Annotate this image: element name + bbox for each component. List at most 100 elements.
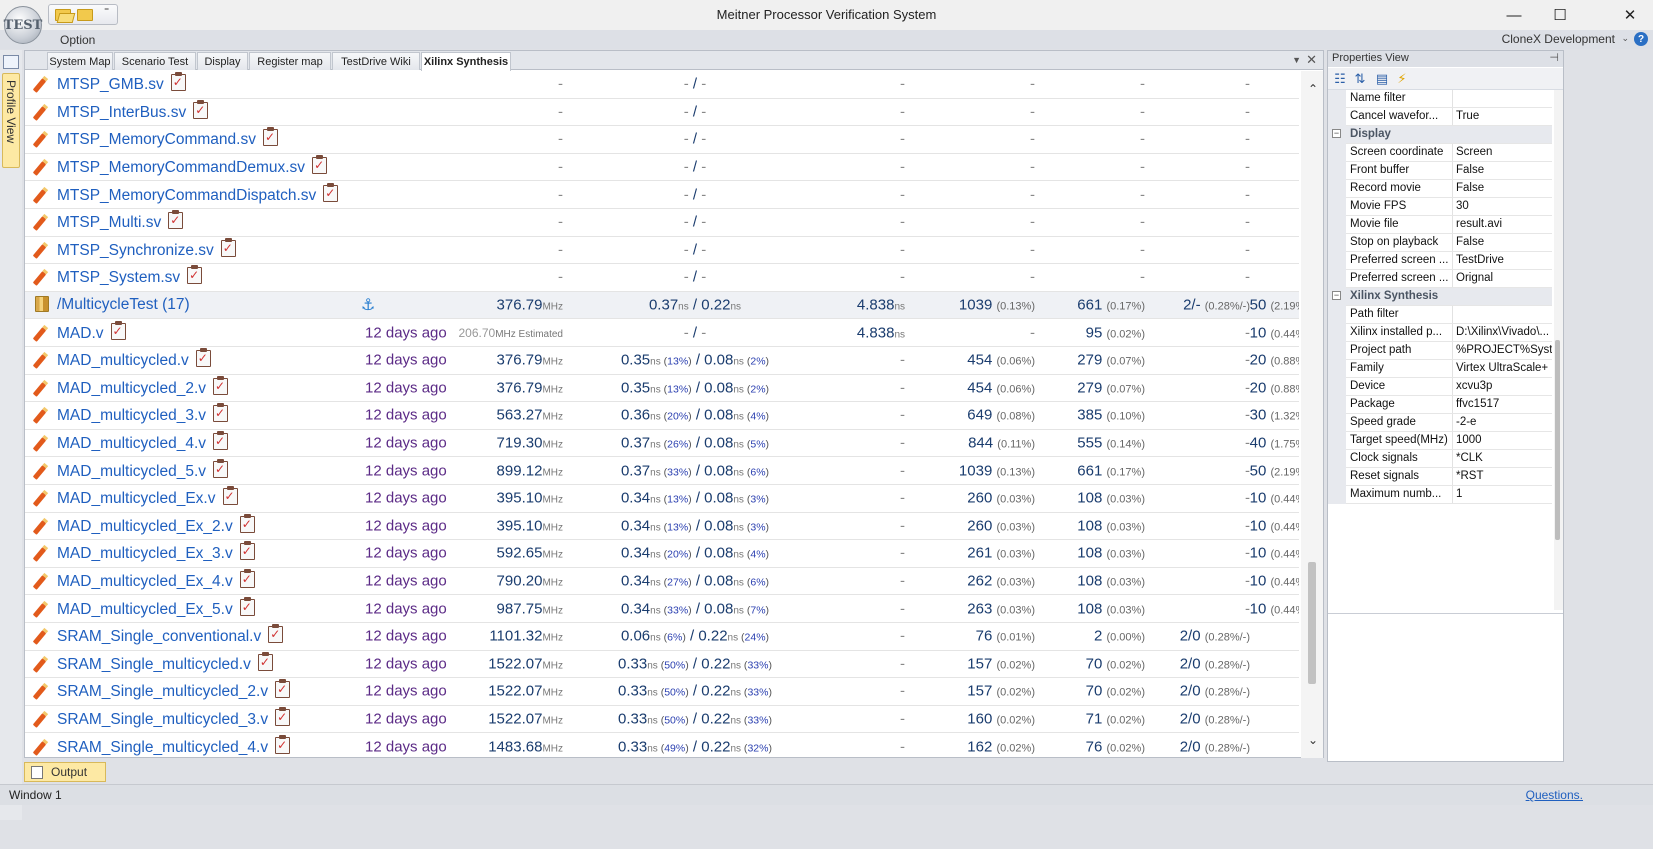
table-row[interactable]: MTSP_System.sv-- / ------: [25, 264, 1299, 292]
property-value[interactable]: False: [1452, 234, 1552, 251]
property-value[interactable]: 30: [1452, 198, 1552, 215]
property-row[interactable]: Target speed(MHz) 1000: [1328, 432, 1552, 450]
workspace-selector[interactable]: CloneX Development: [1502, 32, 1615, 46]
file-name[interactable]: MAD_multicycled_2.v: [57, 375, 229, 398]
property-value[interactable]: ffvc1517: [1452, 396, 1552, 413]
scroll-down-icon[interactable]: ⌄: [1308, 733, 1318, 747]
property-value[interactable]: 1: [1452, 486, 1552, 503]
table-row[interactable]: MTSP_MemoryCommand.sv-- / ------: [25, 126, 1299, 154]
clipboard-check-icon[interactable]: [222, 486, 238, 506]
tab-system-map[interactable]: System Map: [47, 52, 113, 70]
file-name[interactable]: MAD_multicycled_Ex_5.v: [57, 596, 255, 619]
clipboard-check-icon[interactable]: [239, 513, 255, 533]
property-row[interactable]: Project path %PROJECT%Syst...: [1328, 342, 1552, 360]
collapse-icon[interactable]: −: [1332, 291, 1341, 300]
file-name[interactable]: MAD_multicycled_4.v: [57, 431, 229, 453]
property-value[interactable]: %PROJECT%Syst...: [1452, 342, 1552, 359]
synthesize-group-icon[interactable]: [361, 295, 379, 315]
table-row[interactable]: MTSP_GMB.sv-- / ------: [25, 71, 1299, 99]
table-row[interactable]: SRAM_Single_multicycled_3.v12 days ago15…: [25, 706, 1299, 734]
table-row[interactable]: MAD_multicycled_Ex.v12 days ago395.10MHz…: [25, 485, 1299, 513]
clipboard-check-icon[interactable]: [275, 679, 291, 699]
table-row[interactable]: MTSP_Synchronize.sv-- / ------: [25, 237, 1299, 265]
sort-alphabetical-icon[interactable]: ⇅: [1352, 71, 1368, 86]
file-name[interactable]: MTSP_Synchronize.sv: [57, 237, 236, 260]
categorized-icon[interactable]: ☷: [1332, 71, 1348, 86]
clipboard-check-icon[interactable]: [187, 265, 203, 285]
property-row[interactable]: Family Virtex UltraScale+: [1328, 360, 1552, 378]
app-logo[interactable]: TEST: [4, 6, 42, 44]
file-name[interactable]: MAD.v: [57, 320, 126, 343]
close-button[interactable]: ✕: [1607, 0, 1653, 30]
grid-scrollbar[interactable]: ⌃ ⌄: [1301, 71, 1323, 758]
clipboard-check-icon[interactable]: [168, 210, 184, 230]
property-category[interactable]: − Display: [1328, 126, 1552, 144]
property-value[interactable]: D:\Xilinx\Vivado\...: [1452, 324, 1552, 341]
file-name[interactable]: MAD_multicycled_Ex_4.v: [57, 569, 255, 591]
file-name[interactable]: MTSP_System.sv: [57, 265, 203, 287]
questions-link[interactable]: Questions.: [1526, 788, 1583, 802]
property-row[interactable]: Cancel wavefor... True: [1328, 108, 1552, 126]
clipboard-check-icon[interactable]: [220, 237, 236, 257]
clipboard-check-icon[interactable]: [262, 127, 278, 147]
file-name[interactable]: SRAM_Single_multicycled_4.v: [57, 734, 291, 757]
file-name[interactable]: MTSP_Multi.sv: [57, 210, 184, 232]
file-name[interactable]: MAD_multicycled_Ex.v: [57, 486, 238, 508]
property-row[interactable]: Name filter: [1328, 90, 1552, 108]
clipboard-check-icon[interactable]: [239, 541, 255, 561]
property-scrollbar[interactable]: [1554, 90, 1563, 610]
tab-testdrive-wiki[interactable]: TestDrive Wiki: [332, 52, 420, 70]
property-value[interactable]: result.avi: [1452, 216, 1552, 233]
property-row[interactable]: Package ffvc1517: [1328, 396, 1552, 414]
property-row[interactable]: Record movie False: [1328, 180, 1552, 198]
profile-view-label[interactable]: Profile View: [2, 80, 20, 160]
file-name[interactable]: MAD_multicycled_5.v: [57, 458, 229, 481]
property-row[interactable]: Movie FPS 30: [1328, 198, 1552, 216]
clipboard-check-icon[interactable]: [268, 624, 284, 644]
property-row[interactable]: Movie file result.avi: [1328, 216, 1552, 234]
file-name[interactable]: MTSP_MemoryCommandDemux.sv: [57, 155, 328, 177]
property-value[interactable]: [1452, 306, 1552, 323]
clipboard-check-icon[interactable]: [193, 99, 209, 119]
clipboard-check-icon[interactable]: [312, 155, 328, 175]
property-row[interactable]: Path filter: [1328, 306, 1552, 324]
property-value[interactable]: TestDrive: [1452, 252, 1552, 269]
table-row[interactable]: SRAM_Single_multicycled.v12 days ago1522…: [25, 651, 1299, 679]
table-row[interactable]: MAD_multicycled_Ex_2.v12 days ago395.10M…: [25, 513, 1299, 541]
property-row[interactable]: Clock signals *CLK: [1328, 450, 1552, 468]
group-row[interactable]: /MulticycleTest (17) 376.79MHz 0.37ns / 0.…: [25, 291, 1299, 320]
pin-icon[interactable]: ⊣: [1549, 51, 1559, 64]
tab-list-dropdown-icon[interactable]: ▼: [1292, 55, 1301, 65]
ribbon-tab-option[interactable]: Option: [60, 33, 95, 47]
help-icon[interactable]: ?: [1634, 32, 1648, 46]
property-scrollbar-thumb[interactable]: [1555, 340, 1560, 540]
property-value[interactable]: *CLK: [1452, 450, 1552, 467]
tab-register-map[interactable]: Register map: [249, 52, 331, 70]
property-row[interactable]: Stop on playback False: [1328, 234, 1552, 252]
table-row[interactable]: MAD_multicycled_Ex_4.v12 days ago790.20M…: [25, 568, 1299, 596]
output-tab[interactable]: Output: [24, 762, 106, 782]
file-name[interactable]: MAD_multicycled.v: [57, 348, 211, 370]
property-row[interactable]: Reset signals *RST: [1328, 468, 1552, 486]
table-row[interactable]: MAD.v12 days ago206.70MHz Estimated- / -…: [25, 319, 1299, 347]
table-row[interactable]: MTSP_MemoryCommandDemux.sv-- / ------: [25, 154, 1299, 182]
tab-xilinx-synthesis[interactable]: Xilinx Synthesis: [421, 52, 511, 71]
clipboard-check-icon[interactable]: [257, 651, 273, 671]
table-row[interactable]: SRAM_Single_multicycled_4.v12 days ago14…: [25, 733, 1299, 758]
file-name[interactable]: MAD_multicycled_Ex_3.v: [57, 541, 255, 563]
file-name[interactable]: SRAM_Single_multicycled_2.v: [57, 679, 291, 701]
table-row[interactable]: MAD_multicycled_4.v12 days ago719.30MHz0…: [25, 430, 1299, 458]
events-icon[interactable]: ⚡: [1394, 71, 1410, 86]
property-row[interactable]: Speed grade -2-e: [1328, 414, 1552, 432]
property-row[interactable]: Preferred screen ... TestDrive: [1328, 252, 1552, 270]
clipboard-check-icon[interactable]: [110, 320, 126, 340]
close-tab-icon[interactable]: ✕: [1306, 52, 1317, 68]
table-row[interactable]: MTSP_Multi.sv-- / ------: [25, 209, 1299, 237]
clipboard-check-icon[interactable]: [170, 72, 186, 92]
table-row[interactable]: MAD_multicycled.v12 days ago376.79MHz0.3…: [25, 347, 1299, 375]
file-name[interactable]: MAD_multicycled_Ex_2.v: [57, 513, 255, 536]
table-row[interactable]: MTSP_MemoryCommandDispatch.sv-- / ------: [25, 181, 1299, 209]
file-name[interactable]: MTSP_MemoryCommand.sv: [57, 127, 278, 149]
table-row[interactable]: MAD_multicycled_5.v12 days ago899.12MHz0…: [25, 457, 1299, 485]
clipboard-check-icon[interactable]: [275, 707, 291, 727]
